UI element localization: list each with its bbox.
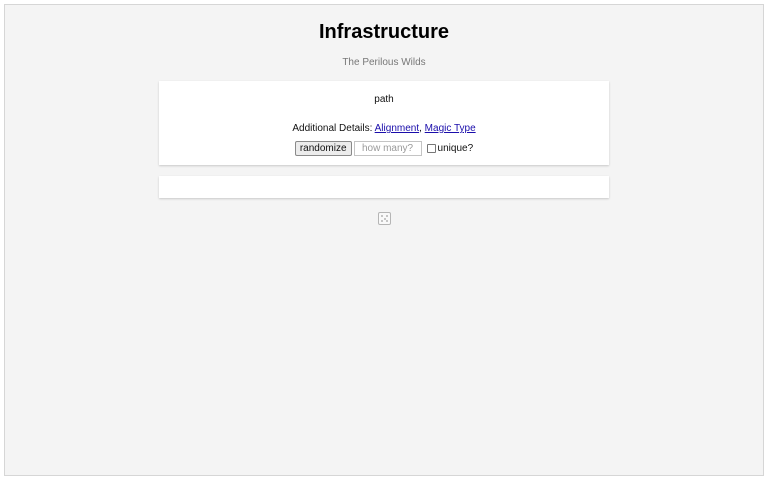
page-subtitle: The Perilous Wilds: [342, 57, 426, 68]
page-frame: Infrastructure The Perilous Wilds path A…: [4, 4, 764, 476]
dice-pip: [383, 217, 386, 220]
output-card: [159, 176, 609, 198]
unique-label: unique?: [437, 143, 474, 154]
alignment-link[interactable]: Alignment: [375, 123, 419, 134]
additional-details: Additional Details: Alignment, Magic Typ…: [159, 123, 609, 134]
details-label: Additional Details:: [292, 123, 373, 134]
magic-type-link[interactable]: Magic Type: [425, 123, 476, 134]
dice-pip: [386, 220, 388, 222]
generator-card: path Additional Details: Alignment, Magi…: [159, 81, 609, 165]
randomize-button[interactable]: randomize: [294, 141, 352, 156]
generator-controls: randomize unique?: [159, 141, 609, 156]
how-many-input[interactable]: [353, 141, 422, 156]
dice-pip: [386, 215, 388, 217]
page-title: Infrastructure: [318, 21, 450, 43]
details-separator: ,: [419, 123, 422, 134]
dice-icon[interactable]: [378, 212, 391, 225]
dice-pip: [381, 220, 383, 222]
unique-checkbox[interactable]: [426, 144, 436, 153]
generated-result: path: [374, 94, 394, 105]
dice-pip: [381, 215, 383, 217]
